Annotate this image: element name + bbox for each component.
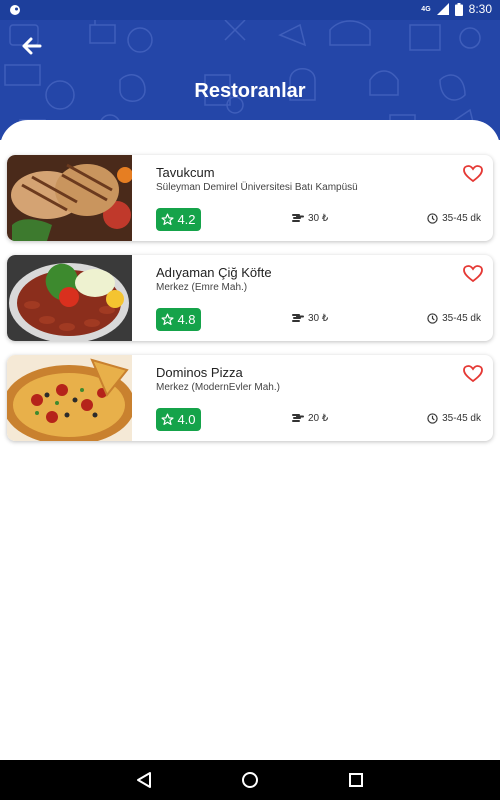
delivery-time: 35-45 dk xyxy=(427,313,481,324)
notification-icon xyxy=(10,5,20,15)
delivery-time: 35-45 dk xyxy=(427,213,481,224)
rating-value: 4.8 xyxy=(177,312,196,327)
clock-icon xyxy=(427,413,438,424)
time-value: 35-45 dk xyxy=(442,413,481,424)
nav-recents-button[interactable] xyxy=(345,769,367,791)
restaurant-address: Merkez (ModernEvler Mah.) xyxy=(156,382,280,393)
heart-icon[interactable] xyxy=(463,365,483,383)
restaurant-address: Süleyman Demirel Üniversitesi Batı Kampü… xyxy=(156,182,358,193)
min-price: 30 ₺ xyxy=(292,213,328,224)
signal-icon xyxy=(436,3,449,15)
rating-value: 4.2 xyxy=(177,212,196,227)
restaurant-image-cig-kofte xyxy=(7,255,132,341)
coins-icon xyxy=(292,414,304,422)
square-recents-icon xyxy=(349,773,363,787)
min-price: 30 ₺ xyxy=(292,313,328,324)
price-value: 20 ₺ xyxy=(308,413,329,424)
nav-back-button[interactable] xyxy=(133,769,155,791)
delivery-time: 35-45 dk xyxy=(427,413,481,424)
star-icon xyxy=(161,313,174,325)
price-value: 30 ₺ xyxy=(308,213,329,224)
restaurant-card[interactable]: Tavukcum Süleyman Demirel Üniversitesi B… xyxy=(7,155,493,241)
min-price: 20 ₺ xyxy=(292,413,328,424)
restaurant-image-grilled-chicken xyxy=(7,155,132,241)
star-icon xyxy=(161,413,174,425)
time-value: 35-45 dk xyxy=(442,213,481,224)
rating-badge: 4.2 xyxy=(156,208,201,231)
restaurant-name: Dominos Pizza xyxy=(156,365,243,380)
navigation-bar xyxy=(0,760,500,800)
clock: 8:30 xyxy=(468,2,492,16)
arrow-left-icon xyxy=(22,37,42,55)
heart-icon[interactable] xyxy=(463,265,483,283)
nav-home-button[interactable] xyxy=(239,769,261,791)
restaurant-name: Adıyaman Çiğ Köfte xyxy=(156,265,272,280)
heart-icon[interactable] xyxy=(463,165,483,183)
rating-badge: 4.0 xyxy=(156,408,201,431)
clock-icon xyxy=(427,213,438,224)
restaurant-card[interactable]: Dominos Pizza Merkez (ModernEvler Mah.) … xyxy=(7,355,493,441)
clock-icon xyxy=(427,313,438,324)
page-title: Restoranlar xyxy=(194,80,306,102)
coins-icon xyxy=(292,214,304,222)
rating-value: 4.0 xyxy=(177,412,196,427)
restaurant-list: Tavukcum Süleyman Demirel Üniversitesi B… xyxy=(0,120,500,760)
status-bar: 4G 8:30 xyxy=(0,0,500,20)
circle-home-icon xyxy=(242,772,258,788)
restaurant-address: Merkez (Emre Mah.) xyxy=(156,282,248,293)
restaurant-image-pizza xyxy=(7,355,132,441)
restaurant-name: Tavukcum xyxy=(156,165,215,180)
rating-badge: 4.8 xyxy=(156,308,201,331)
restaurant-card[interactable]: Adıyaman Çiğ Köfte Merkez (Emre Mah.) 4.… xyxy=(7,255,493,341)
time-value: 35-45 dk xyxy=(442,313,481,324)
star-icon xyxy=(161,213,174,225)
battery-icon xyxy=(454,2,463,16)
coins-icon xyxy=(292,314,304,322)
price-value: 30 ₺ xyxy=(308,313,329,324)
triangle-back-icon xyxy=(137,772,151,788)
back-button[interactable] xyxy=(18,32,46,60)
network-type: 4G xyxy=(421,5,431,13)
